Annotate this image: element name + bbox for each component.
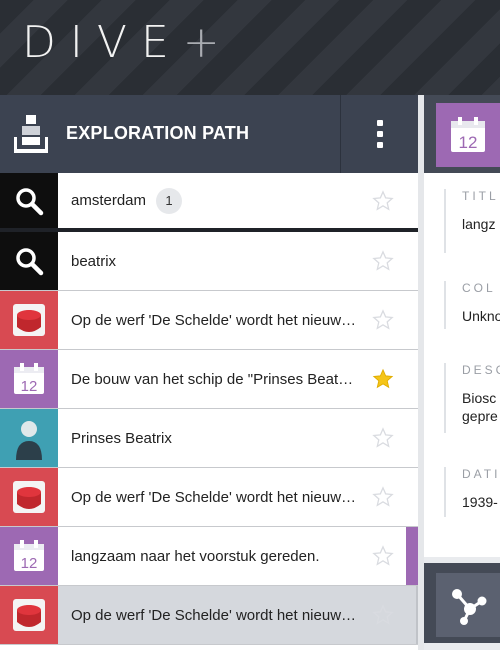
star-icon[interactable] <box>372 545 394 567</box>
path-item-text: langzaam naar het voorstuk gereden. <box>71 547 320 565</box>
path-item-text: amsterdam <box>71 192 147 209</box>
search-icon <box>0 232 58 290</box>
path-item[interactable]: 12 langzaam naar het voorstuk gereden. <box>0 527 418 586</box>
path-item[interactable]: Prinses Beatrix <box>0 409 418 468</box>
svg-text:12: 12 <box>21 378 38 395</box>
path-item-text: Op de werf 'De Schelde' wordt het nieuw… <box>71 311 357 329</box>
media-object-icon <box>0 586 58 644</box>
detail-fields: TITL langz COL Unkno DESC Biosc gepre DA… <box>424 173 500 557</box>
path-item-label: Prinses Beatrix <box>71 409 172 467</box>
field-date-key: DATI <box>462 467 500 481</box>
exploration-path-list: amsterdam 1 beatrix Op de werf 'De Schelde'… <box>0 173 418 645</box>
path-item-label: De bouw van het schip de "Prinses Beat… <box>71 350 353 408</box>
field-title-key: TITL <box>462 189 499 203</box>
detail-header: 12 <box>424 95 500 173</box>
field-collection-value: Unkno <box>462 308 500 324</box>
field-date-value: 1939- <box>462 494 498 510</box>
path-item-label: beatrix <box>71 232 116 290</box>
path-item-label: amsterdam 1 <box>71 173 183 228</box>
field-title: TITL langz <box>444 189 500 253</box>
detail-type-badge: 12 <box>436 103 500 167</box>
field-title-value: langz <box>462 216 496 232</box>
field-date: DATI 1939- <box>444 467 500 517</box>
star-icon[interactable] <box>372 604 394 626</box>
active-item-indicator <box>406 527 418 585</box>
path-item[interactable]: Op de werf 'De Schelde' wordt het nieuw… <box>0 586 418 645</box>
path-item[interactable]: 12 De bouw van het schip de "Prinses Beat… <box>0 350 418 409</box>
star-icon[interactable] <box>372 427 394 449</box>
exploration-path-panel: EXPLORATION PATH amsterdam 1 beatrix Op de … <box>0 95 418 650</box>
calendar-icon: 12 <box>451 117 485 152</box>
media-object-icon <box>0 468 58 526</box>
calendar-icon: 12 <box>0 527 58 585</box>
star-icon[interactable] <box>372 189 394 212</box>
field-description-key: DESC <box>462 363 500 377</box>
calendar-icon: 12 <box>0 350 58 408</box>
star-filled-icon[interactable] <box>372 368 394 390</box>
calendar-day: 12 <box>459 133 478 152</box>
path-item[interactable]: amsterdam 1 <box>0 173 418 232</box>
result-count-badge: 1 <box>156 187 183 214</box>
top-bar: DIVE+ <box>0 0 500 95</box>
logo-plus: + <box>182 17 220 68</box>
kebab-menu-icon <box>376 120 383 148</box>
field-collection-key: COL <box>462 281 496 295</box>
path-item[interactable]: beatrix <box>0 232 418 291</box>
field-description: DESC Biosc gepre <box>444 363 500 433</box>
path-item-label: Op de werf 'De Schelde' wordt het nieuw… <box>71 468 356 526</box>
media-object-icon <box>0 291 58 349</box>
star-icon[interactable] <box>372 309 394 331</box>
person-icon <box>0 409 58 467</box>
graph-header <box>424 563 500 643</box>
graph-button[interactable] <box>436 573 500 637</box>
path-item-text: Op de werf 'De Schelde' wordt het nieuw… <box>71 488 357 506</box>
path-item-text: Prinses Beatrix <box>71 429 172 447</box>
svg-text:12: 12 <box>21 555 38 572</box>
path-item-label: Op de werf 'De Schelde' wordt het nieuw… <box>71 586 356 644</box>
detail-panel: 12 TITL langz COL Unkno DESC Biosc gepre… <box>424 95 500 650</box>
exploration-path-header: EXPLORATION PATH <box>0 95 418 173</box>
field-collection: COL Unkno <box>444 281 500 329</box>
star-icon[interactable] <box>372 250 394 272</box>
logo-text: DIVE <box>22 17 183 68</box>
path-item[interactable]: Op de werf 'De Schelde' wordt het nieuw… <box>0 468 418 527</box>
path-item-label: Op de werf 'De Schelde' wordt het nieuw… <box>71 291 356 349</box>
path-item-text: De bouw van het schip de "Prinses Beat… <box>71 370 354 388</box>
search-icon <box>0 173 58 228</box>
field-description-value: Biosc <box>462 390 497 406</box>
app-logo[interactable]: DIVE+ <box>22 18 220 68</box>
path-item-text: beatrix <box>71 252 117 270</box>
path-item[interactable]: Op de werf 'De Schelde' wordt het nieuw… <box>0 291 418 350</box>
path-item-text: Op de werf 'De Schelde' wordt het nieuw… <box>71 606 357 624</box>
exploration-path-icon <box>14 115 48 153</box>
path-item-label: langzaam naar het voorstuk gereden. <box>71 527 320 585</box>
graph-icon <box>452 589 487 625</box>
star-icon[interactable] <box>372 486 394 508</box>
path-menu-button[interactable] <box>340 95 418 173</box>
field-description-value-line2: gepre <box>462 408 498 424</box>
exploration-path-title: EXPLORATION PATH <box>66 123 250 143</box>
